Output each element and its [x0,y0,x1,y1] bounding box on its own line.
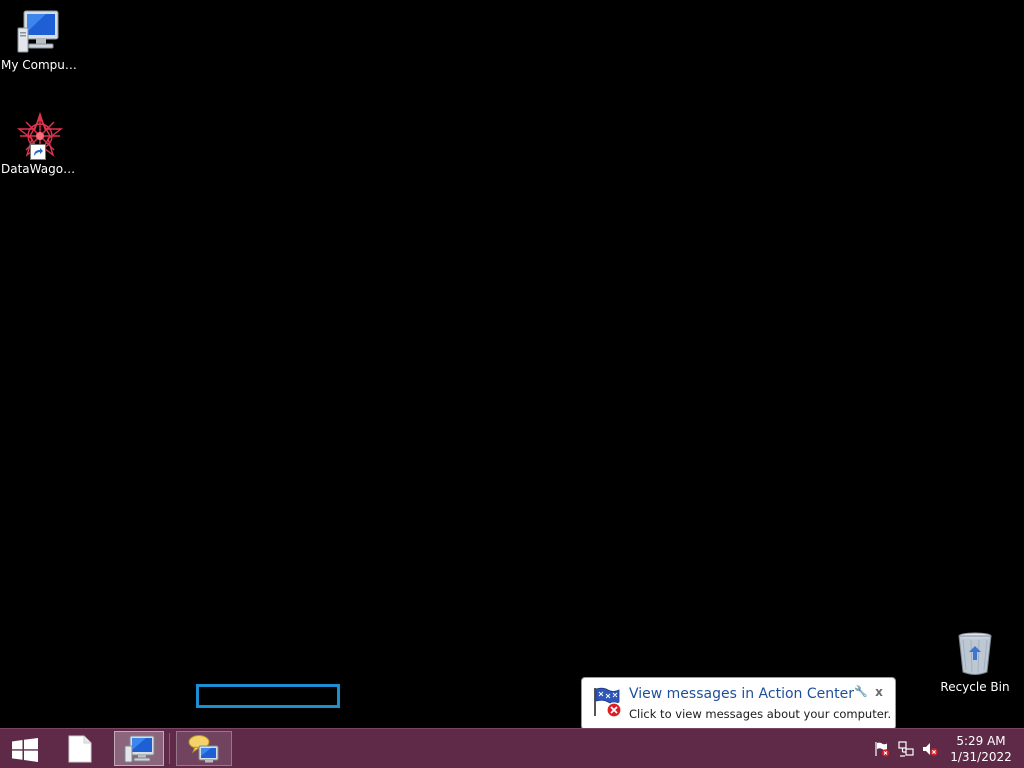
taskbar-clock[interactable]: 5:29 AM 1/31/2022 [946,733,1016,765]
action-center-notification[interactable]: View messages in Action Center Click to … [581,677,896,730]
desktop-icon-datawagon[interactable]: DataWagon... [0,111,80,176]
shortcut-arrow-icon [30,144,46,160]
notification-title[interactable]: View messages in Action Center [629,686,854,702]
windows-logo-icon [12,738,38,766]
desktop-icon-label: Recycle Bin [940,680,1010,694]
desktop-icon-recycle-bin[interactable]: Recycle Bin [935,630,1015,694]
datawagon-shortcut-icon [16,111,64,160]
file-icon [68,735,92,767]
notification-body[interactable]: Click to view messages about your comput… [629,707,891,721]
selection-rectangle [196,684,340,708]
clock-date: 1/31/2022 [950,750,1012,764]
notification-options-icon[interactable]: 🔧 [854,686,868,698]
action-center-flag-icon[interactable] [874,741,890,757]
action-center-flag-icon [591,686,623,718]
taskbar-separator [169,733,170,764]
recycle-bin-icon [951,630,999,678]
computer-icon [124,734,156,768]
computer-icon [16,8,64,56]
remote-desktop-icon [187,734,221,768]
desktop-icon-label: My Computer [1,58,80,72]
start-button[interactable] [4,733,44,765]
network-icon[interactable] [898,741,914,757]
desktop[interactable]: My Computer DataWagon... Recycle Bin [0,0,1024,728]
taskbar-button-computer[interactable] [114,731,164,766]
notification-close-button[interactable]: x [872,685,886,699]
taskbar-button-remote-desktop[interactable] [176,731,232,766]
desktop-icon-my-computer[interactable]: My Computer [0,8,80,72]
taskbar-button-file[interactable] [58,731,102,766]
speaker-muted-icon[interactable] [922,741,938,757]
clock-time: 5:29 AM [956,734,1006,748]
taskbar[interactable]: 5:29 AM 1/31/2022 [0,728,1024,768]
desktop-icon-label: DataWagon... [1,162,80,176]
